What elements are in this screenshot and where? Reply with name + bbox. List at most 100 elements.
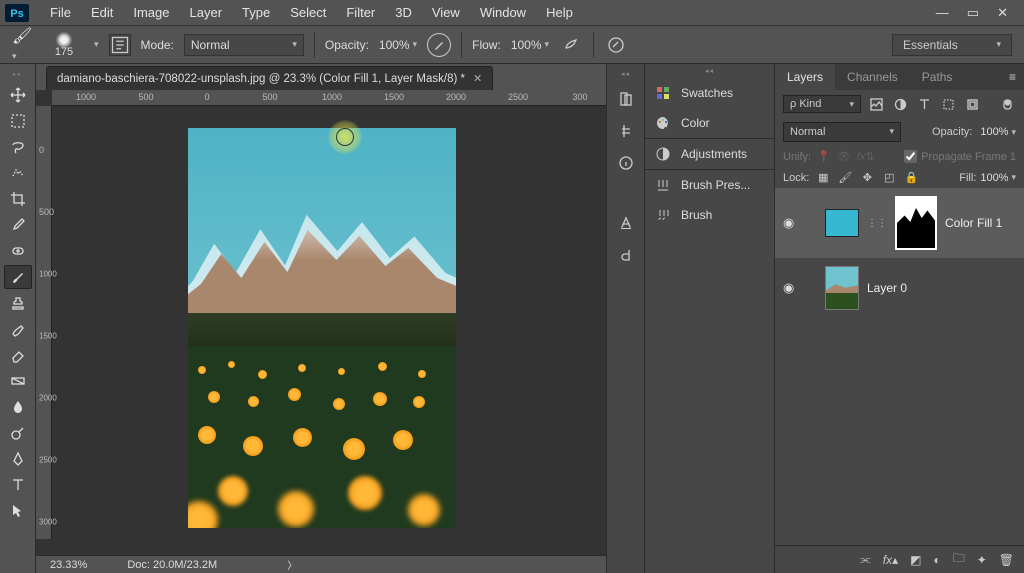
filter-adjustment-icon[interactable] (891, 95, 909, 113)
horizontal-ruler[interactable]: 1000 500 0 500 1000 1500 2000 2500 300 (52, 90, 606, 106)
path-select-tool[interactable] (4, 499, 32, 523)
crop-tool[interactable] (4, 187, 32, 211)
layer-name[interactable]: Color Fill 1 (945, 216, 1002, 230)
eraser-tool[interactable] (4, 343, 32, 367)
doc-size[interactable]: Doc: 20.0M/23.2M (127, 559, 217, 571)
propagate-frame-checkbox[interactable]: Propagate Frame 1 (904, 150, 1016, 163)
character-panel-icon[interactable] (615, 120, 637, 142)
unify-visibility-icon[interactable]: 👁 (837, 150, 851, 163)
panel-expand-icon[interactable]: ◂◂ (645, 64, 774, 78)
lock-artboard-icon[interactable]: ◰ (881, 171, 897, 184)
dodge-tool[interactable] (4, 421, 32, 445)
menu-layer[interactable]: Layer (180, 5, 233, 20)
menu-edit[interactable]: Edit (81, 5, 123, 20)
close-tab-icon[interactable]: ✕ (473, 72, 482, 85)
panel-menu-icon[interactable]: ≡ (1001, 64, 1024, 90)
layer-blend-mode-select[interactable]: Normal▾ (783, 122, 901, 142)
tab-channels[interactable]: Channels (835, 64, 910, 90)
layer-filter-kind-select[interactable]: ρ Kind▾ (783, 95, 861, 113)
menu-view[interactable]: View (422, 5, 470, 20)
menu-select[interactable]: Select (280, 5, 336, 20)
menu-help[interactable]: Help (536, 5, 583, 20)
tab-paths[interactable]: Paths (910, 64, 965, 90)
zoom-level[interactable]: 23.33% (50, 559, 87, 571)
mask-thumbnail[interactable] (895, 196, 937, 250)
layer-name[interactable]: Layer 0 (867, 281, 907, 295)
link-layers-icon[interactable]: ⫘ (860, 552, 871, 567)
tab-layers[interactable]: Layers (775, 64, 835, 90)
pressure-size-button[interactable] (604, 33, 628, 57)
paragraph-panel-icon[interactable] (615, 212, 637, 234)
minimize-button[interactable]: — (936, 5, 949, 21)
new-layer-icon[interactable]: ✦ (977, 553, 987, 567)
lock-image-icon[interactable]: 🖌 (837, 171, 853, 184)
airbrush-button[interactable] (559, 33, 583, 57)
glyphs-panel-icon[interactable] (615, 244, 637, 266)
fill-value[interactable]: 100%▾ (980, 172, 1016, 184)
swatches-panel-button[interactable]: Swatches (645, 78, 774, 108)
maximize-button[interactable]: ▭ (967, 5, 979, 21)
filter-shape-icon[interactable] (939, 95, 957, 113)
filter-type-icon[interactable] (915, 95, 933, 113)
gradient-tool[interactable] (4, 369, 32, 393)
brush-preset-picker[interactable]: 175 (44, 32, 84, 58)
toolbar-grip[interactable]: •• (13, 70, 23, 79)
lock-transparency-icon[interactable]: ▦ (815, 171, 831, 184)
close-button[interactable]: ✕ (997, 5, 1008, 21)
filter-smart-icon[interactable] (963, 95, 981, 113)
opacity-value[interactable]: 100%▾ (379, 38, 417, 52)
history-panel-icon[interactable] (615, 88, 637, 110)
layer-thumbnail[interactable] (825, 266, 859, 310)
quick-select-tool[interactable] (4, 161, 32, 185)
canvas[interactable] (188, 128, 456, 528)
add-adjustment-icon[interactable]: ◐ (933, 553, 940, 567)
blend-mode-select[interactable]: Normal▾ (184, 34, 304, 56)
unify-style-icon[interactable]: fx⇅ (857, 150, 875, 163)
move-tool[interactable] (4, 83, 32, 107)
delete-layer-icon[interactable]: 🗑 (999, 553, 1014, 567)
eyedropper-tool[interactable] (4, 213, 32, 237)
brush-dropdown-icon[interactable]: ▾ (94, 39, 99, 50)
filter-toggle-switch[interactable] (998, 95, 1016, 113)
menu-3d[interactable]: 3D (385, 5, 422, 20)
blur-tool[interactable] (4, 395, 32, 419)
type-tool[interactable] (4, 473, 32, 497)
brush-tool[interactable] (4, 265, 32, 289)
color-panel-button[interactable]: Color (645, 108, 774, 138)
layer-row[interactable]: ◉ Layer 0 (775, 258, 1024, 318)
flow-value[interactable]: 100%▾ (511, 38, 549, 52)
fill-thumbnail[interactable] (825, 209, 859, 237)
layer-fx-icon[interactable]: fx▴ (883, 553, 898, 567)
adjustments-panel-button[interactable]: Adjustments (645, 139, 774, 169)
brush-presets-panel-button[interactable]: Brush Pres... (645, 170, 774, 200)
new-group-icon[interactable]: 🗀 (953, 549, 965, 570)
menu-image[interactable]: Image (123, 5, 179, 20)
menu-window[interactable]: Window (470, 5, 536, 20)
visibility-toggle-icon[interactable]: ◉ (783, 215, 799, 231)
mask-link-icon[interactable]: ⋮⋮ (867, 218, 887, 229)
dock-expand-icon[interactable]: ◂◂ (621, 70, 630, 78)
lock-position-icon[interactable]: ✥ (859, 171, 875, 184)
unify-position-icon[interactable]: 📍 (817, 150, 831, 163)
history-brush-tool[interactable] (4, 317, 32, 341)
info-panel-icon[interactable] (615, 152, 637, 174)
tool-indicator-icon[interactable]: 🖌▾ (12, 26, 34, 64)
document-tab[interactable]: damiano-baschiera-708022-unsplash.jpg @ … (46, 66, 493, 90)
marquee-tool[interactable] (4, 109, 32, 133)
vertical-ruler[interactable]: 0 500 1000 1500 2000 2500 3000 (36, 106, 52, 539)
visibility-toggle-icon[interactable]: ◉ (783, 280, 799, 296)
layer-row[interactable]: ◉ ⋮⋮ Color Fill 1 (775, 188, 1024, 258)
brush-panel-button[interactable]: Brush (645, 200, 774, 230)
layer-opacity-value[interactable]: 100%▾ (980, 126, 1016, 138)
menu-type[interactable]: Type (232, 5, 280, 20)
pressure-opacity-button[interactable] (427, 33, 451, 57)
add-mask-icon[interactable]: ◩ (910, 553, 921, 567)
brush-panel-toggle-button[interactable] (109, 34, 131, 56)
workspace-select[interactable]: Essentials▾ (892, 34, 1012, 56)
menu-file[interactable]: File (40, 5, 81, 20)
menu-filter[interactable]: Filter (336, 5, 385, 20)
pen-tool[interactable] (4, 447, 32, 471)
stamp-tool[interactable] (4, 291, 32, 315)
healing-tool[interactable] (4, 239, 32, 263)
status-menu-icon[interactable]: 〉 (287, 557, 297, 572)
